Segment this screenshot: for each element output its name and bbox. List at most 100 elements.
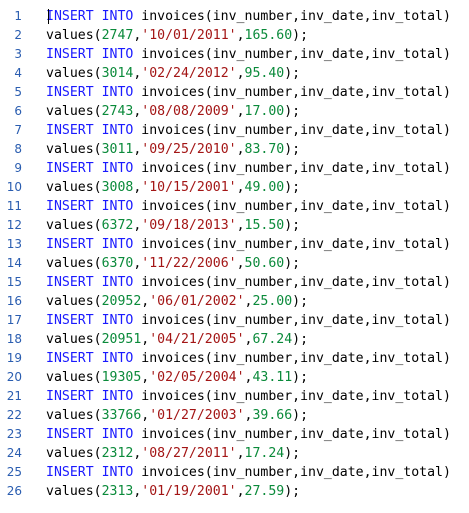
invoice-number-literal: 2747	[101, 28, 134, 43]
values-keyword: values(	[46, 408, 102, 423]
invoice-total-literal: 83.70	[244, 142, 285, 157]
line-number: 3	[14, 47, 22, 61]
invoice-total-literal: 67.24	[252, 332, 293, 347]
comma-separator: ,	[236, 484, 245, 499]
line-number: 12	[6, 218, 22, 232]
code-line[interactable]: values(2743,'08/08/2009',17.00);	[46, 102, 300, 121]
statement-terminator: );	[292, 294, 309, 309]
statement-terminator: );	[284, 256, 301, 271]
code-line[interactable]: INSERT INTO invoices(inv_number,inv_date…	[46, 83, 451, 102]
table-columns-text: invoices(inv_number,inv_date,inv_total)	[133, 427, 451, 442]
line-number-gutter: 1 2 3 4 5 6 7 8 9 10 11 12 13 14 15 16 17 18 19 20 21 22 23 24 2…	[0, 0, 36, 513]
line-number: 23	[6, 427, 22, 441]
sql-keyword: INSERT INTO	[46, 161, 134, 176]
table-columns-text: invoices(inv_number,inv_date,inv_total)	[133, 123, 451, 138]
invoice-number-literal: 19305	[101, 370, 142, 385]
values-keyword: values(	[46, 332, 102, 347]
code-line[interactable]: values(3014,'02/24/2012',95.40);	[46, 64, 300, 83]
sql-keyword: INSERT INTO	[46, 351, 134, 366]
invoice-date-literal: '10/01/2011'	[141, 28, 237, 43]
invoice-total-literal: 39.66	[252, 408, 293, 423]
comma-separator: ,	[236, 218, 245, 233]
line-number: 10	[6, 180, 22, 194]
invoice-number-literal: 3014	[101, 66, 134, 81]
code-line[interactable]: INSERT INTO invoices(inv_number,inv_date…	[46, 463, 451, 482]
code-line[interactable]: values(2313,'01/19/2001',27.59);	[46, 482, 300, 501]
line-number: 19	[6, 351, 22, 365]
table-columns-text: invoices(inv_number,inv_date,inv_total)	[133, 237, 451, 252]
code-line[interactable]: values(20951,'04/21/2005',67.24);	[46, 330, 308, 349]
invoice-number-literal: 6372	[101, 218, 134, 233]
comma-separator: ,	[236, 66, 245, 81]
line-number: 26	[6, 484, 22, 498]
invoice-total-literal: 17.00	[244, 104, 285, 119]
values-keyword: values(	[46, 66, 102, 81]
code-line[interactable]: INSERT INTO invoices(inv_number,inv_date…	[46, 235, 451, 254]
comma-separator: ,	[236, 180, 245, 195]
invoice-total-literal: 15.50	[244, 218, 285, 233]
comma-separator: ,	[236, 28, 245, 43]
invoice-total-literal: 17.24	[244, 446, 285, 461]
table-columns-text: invoices(inv_number,inv_date,inv_total)	[133, 161, 451, 176]
line-number: 16	[6, 294, 22, 308]
invoice-total-literal: 95.40	[244, 66, 285, 81]
code-line[interactable]: INSERT INTO invoices(inv_number,inv_date…	[46, 45, 451, 64]
code-line[interactable]: values(6372,'09/18/2013',15.50);	[46, 216, 300, 235]
line-number: 15	[6, 275, 22, 289]
code-line[interactable]: values(6370,'11/22/2006',50.60);	[46, 254, 300, 273]
code-line[interactable]: values(2747,'10/01/2011',165.60);	[46, 26, 308, 45]
invoice-date-literal: '08/27/2011'	[141, 446, 237, 461]
invoice-date-literal: '10/15/2001'	[141, 180, 237, 195]
code-line[interactable]: INSERT INTO invoices(inv_number,inv_date…	[46, 121, 451, 140]
values-keyword: values(	[46, 142, 102, 157]
code-line[interactable]: INSERT INTO invoices(inv_number,inv_date…	[46, 387, 451, 406]
text-cursor	[48, 9, 49, 24]
code-line[interactable]: values(19305,'02/05/2004',43.11);	[46, 368, 308, 387]
invoice-number-literal: 3008	[101, 180, 134, 195]
invoice-date-literal: '04/21/2005'	[149, 332, 245, 347]
code-line[interactable]: INSERT INTO invoices(inv_number,inv_date…	[46, 349, 451, 368]
code-line[interactable]: INSERT INTO invoices(inv_number,inv_date…	[46, 273, 451, 292]
sql-keyword: INSERT INTO	[46, 123, 134, 138]
line-number: 22	[6, 408, 22, 422]
code-line[interactable]: values(3011,'09/25/2010',83.70);	[46, 140, 300, 159]
statement-terminator: );	[284, 446, 301, 461]
statement-terminator: );	[284, 218, 301, 233]
invoice-total-literal: 49.00	[244, 180, 285, 195]
statement-terminator: );	[292, 408, 309, 423]
code-line[interactable]: values(33766,'01/27/2003',39.66);	[46, 406, 308, 425]
table-columns-text: invoices(inv_number,inv_date,inv_total)	[133, 313, 451, 328]
sql-keyword: INSERT INTO	[46, 47, 134, 62]
sql-keyword: INSERT INTO	[46, 427, 134, 442]
sql-code-editor[interactable]: 1 2 3 4 5 6 7 8 9 10 11 12 13 14 15 16 17 18 19 20 21 22 23 24 2…	[0, 0, 469, 513]
code-line[interactable]: INSERT INTO invoices(inv_number,inv_date…	[46, 425, 451, 444]
code-line[interactable]: INSERT INTO invoices(inv_number,inv_date…	[46, 7, 451, 26]
table-columns-text: invoices(inv_number,inv_date,inv_total)	[133, 85, 451, 100]
line-number: 21	[6, 389, 22, 403]
sql-keyword: INSERT INTO	[46, 199, 134, 214]
table-columns-text: invoices(inv_number,inv_date,inv_total)	[133, 275, 451, 290]
invoice-number-literal: 20951	[101, 332, 142, 347]
code-line[interactable]: INSERT INTO invoices(inv_number,inv_date…	[46, 197, 451, 216]
line-number: 18	[6, 332, 22, 346]
code-line[interactable]: values(20952,'06/01/2002',25.00);	[46, 292, 308, 311]
code-text-area[interactable]: INSERT INTO invoices(inv_number,inv_date…	[46, 0, 469, 513]
invoice-number-literal: 20952	[101, 294, 142, 309]
statement-terminator: );	[292, 332, 309, 347]
line-number: 9	[14, 161, 22, 175]
code-line[interactable]: values(3008,'10/15/2001',49.00);	[46, 178, 300, 197]
invoice-date-literal: '08/08/2009'	[141, 104, 237, 119]
invoice-number-literal: 6370	[101, 256, 134, 271]
values-keyword: values(	[46, 294, 102, 309]
invoice-total-literal: 50.60	[244, 256, 285, 271]
invoice-date-literal: '06/01/2002'	[149, 294, 245, 309]
code-line[interactable]: INSERT INTO invoices(inv_number,inv_date…	[46, 159, 451, 178]
statement-terminator: );	[292, 370, 309, 385]
code-line[interactable]: values(2312,'08/27/2011',17.24);	[46, 444, 300, 463]
table-columns-text: invoices(inv_number,inv_date,inv_total)	[133, 465, 451, 480]
table-columns-text: invoices(inv_number,inv_date,inv_total)	[133, 199, 451, 214]
sql-keyword: INSERT INTO	[46, 9, 134, 24]
line-number: 6	[14, 104, 22, 118]
code-line[interactable]: INSERT INTO invoices(inv_number,inv_date…	[46, 311, 451, 330]
values-keyword: values(	[46, 446, 102, 461]
